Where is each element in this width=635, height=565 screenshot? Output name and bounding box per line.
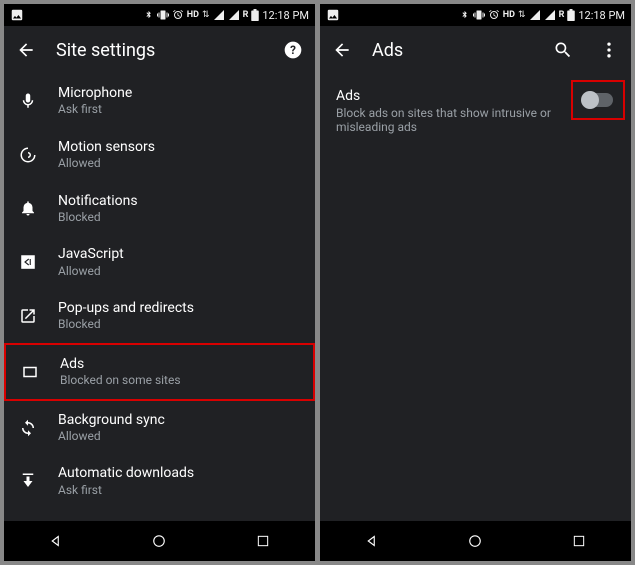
sync-icon	[18, 419, 38, 437]
bell-icon	[18, 199, 38, 217]
ads-detail[interactable]: Ads Block ads on sites that show intrusi…	[320, 74, 631, 134]
status-bar: HD ⇅ R 12:18 PM	[4, 4, 315, 26]
ads-toggle[interactable]	[583, 93, 613, 107]
vibrate-icon	[157, 9, 169, 21]
download-icon	[18, 472, 38, 490]
back-button[interactable]	[332, 40, 352, 60]
nav-home[interactable]	[139, 521, 179, 561]
highlight-box	[571, 80, 625, 120]
status-time: 12:18 PM	[262, 9, 309, 22]
settings-item-download[interactable]: Automatic downloadsAsk first	[4, 454, 315, 508]
signal-icon-2	[228, 9, 240, 21]
nav-bar	[4, 521, 315, 561]
item-title: Notifications	[58, 192, 301, 210]
nav-back[interactable]	[36, 521, 76, 561]
battery-icon	[251, 9, 259, 21]
nav-back[interactable]	[352, 521, 392, 561]
image-icon	[326, 8, 340, 22]
settings-item-ads[interactable]: AdsBlocked on some sites	[4, 343, 315, 401]
item-title: JavaScript	[58, 245, 301, 263]
item-sub: Blocked	[58, 317, 301, 333]
settings-item-mic[interactable]: MicrophoneAsk first	[4, 74, 315, 128]
signal-icon-2	[544, 9, 556, 21]
settings-item-popup[interactable]: Pop-ups and redirectsBlocked	[4, 289, 315, 343]
bluetooth-icon	[459, 10, 470, 21]
battery-icon	[567, 9, 575, 21]
r-indicator: R	[559, 10, 565, 20]
help-button[interactable]: ?	[283, 40, 303, 60]
item-sub: Allowed	[58, 264, 301, 280]
item-title: Automatic downloads	[58, 464, 301, 482]
back-button[interactable]	[16, 40, 36, 60]
settings-item-media[interactable]: Media	[4, 508, 315, 521]
hd-indicator: HD	[187, 10, 199, 20]
popup-icon	[18, 307, 38, 325]
item-sub: Blocked	[58, 210, 301, 226]
bluetooth-icon	[143, 10, 154, 21]
settings-item-js[interactable]: JavaScriptAllowed	[4, 235, 315, 289]
item-title: Background sync	[58, 411, 301, 429]
app-bar: Site settings ?	[4, 26, 315, 74]
settings-list: MicrophoneAsk firstMotion sensorsAllowed…	[4, 74, 315, 521]
vibrate-icon	[473, 9, 485, 21]
item-sub: Allowed	[58, 156, 301, 172]
nav-recent[interactable]	[559, 521, 599, 561]
item-title: Pop-ups and redirects	[58, 299, 301, 317]
data-arrows-icon: ⇅	[518, 10, 526, 20]
js-icon	[18, 253, 38, 271]
nav-recent[interactable]	[243, 521, 283, 561]
image-icon	[10, 8, 24, 22]
page-title: Ads	[372, 40, 533, 61]
phone-right: HD ⇅ R 12:18 PM Ads Ads Block a	[320, 4, 631, 561]
item-sub: Ask first	[58, 483, 301, 499]
status-bar: HD ⇅ R 12:18 PM	[320, 4, 631, 26]
item-title: Ads	[60, 355, 299, 373]
settings-item-motion[interactable]: Motion sensorsAllowed	[4, 128, 315, 182]
hd-indicator: HD	[503, 10, 515, 20]
page-title: Site settings	[56, 40, 263, 61]
app-bar: Ads	[320, 26, 631, 74]
motion-icon	[18, 146, 38, 164]
signal-icon	[529, 9, 541, 21]
r-indicator: R	[243, 10, 249, 20]
item-title: Motion sensors	[58, 138, 301, 156]
data-arrows-icon: ⇅	[202, 10, 210, 20]
search-button[interactable]	[553, 40, 573, 60]
item-sub: Allowed	[58, 429, 301, 445]
svg-text:?: ?	[290, 43, 296, 57]
item-sub: Ask first	[58, 102, 301, 118]
signal-icon	[213, 9, 225, 21]
nav-bar	[320, 521, 631, 561]
mic-icon	[18, 92, 38, 110]
phone-left: HD ⇅ R 12:18 PM Site settings ? Micropho…	[4, 4, 315, 561]
alarm-icon	[172, 9, 184, 21]
ads-icon	[20, 363, 40, 381]
alarm-icon	[488, 9, 500, 21]
settings-item-sync[interactable]: Background syncAllowed	[4, 401, 315, 455]
ads-detail-sub: Block ads on sites that show intrusive o…	[336, 106, 556, 134]
item-sub: Blocked on some sites	[60, 373, 299, 389]
settings-item-bell[interactable]: NotificationsBlocked	[4, 182, 315, 236]
overflow-button[interactable]	[599, 40, 619, 60]
status-time: 12:18 PM	[578, 9, 625, 22]
item-title: Microphone	[58, 84, 301, 102]
nav-home[interactable]	[455, 521, 495, 561]
